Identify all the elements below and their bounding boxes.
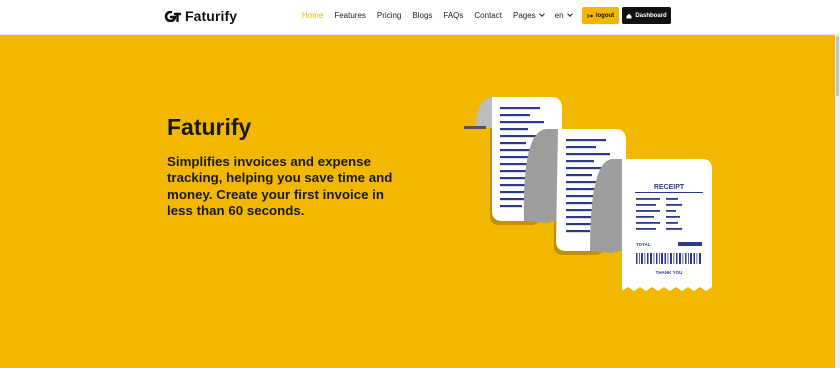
receipt-title: RECEIPT (654, 184, 685, 191)
language-label: en (554, 11, 564, 20)
dashboard-button[interactable]: Dashboard (622, 7, 671, 24)
language-dropdown[interactable]: en (554, 11, 573, 20)
logout-icon (587, 13, 593, 18)
receipt-total-label: TOTAL (636, 242, 651, 247)
nav-pricing[interactable]: Pricing (377, 11, 401, 20)
nav-home[interactable]: Home (302, 11, 323, 20)
top-navbar: Faturify Home Features Pricing Blogs FAQ… (0, 0, 840, 35)
chevron-down-icon (538, 11, 545, 17)
logout-button[interactable]: logout (582, 7, 619, 24)
faturify-logo-icon (164, 10, 181, 22)
nav-features[interactable]: Features (334, 11, 366, 20)
brand-name: Faturify (185, 8, 238, 24)
nav-pages-dropdown[interactable]: Pages (512, 11, 545, 20)
nav-faqs[interactable]: FAQs (443, 11, 463, 20)
nav-pages-label: Pages (512, 11, 536, 20)
scrollbar-thumb[interactable] (836, 36, 839, 96)
invoice-receipts-illustration: RECEIPT TOTAL THANK YOU (464, 97, 712, 291)
nav-blogs[interactable]: Blogs (412, 11, 432, 20)
hero-title: Faturify (167, 114, 252, 140)
nav-contact[interactable]: Contact (474, 11, 502, 20)
chevron-down-icon (566, 11, 573, 17)
receipt-footer: THANK YOU (656, 270, 683, 275)
logout-label: logout (595, 12, 615, 19)
home-icon (626, 13, 632, 18)
brand-logo[interactable]: Faturify (164, 8, 237, 24)
main-nav: Home Features Pricing Blogs FAQs Contact… (302, 11, 573, 20)
hero-description: Simplifies invoices and expense tracking… (167, 154, 393, 218)
dashboard-label: Dashboard (635, 12, 667, 19)
